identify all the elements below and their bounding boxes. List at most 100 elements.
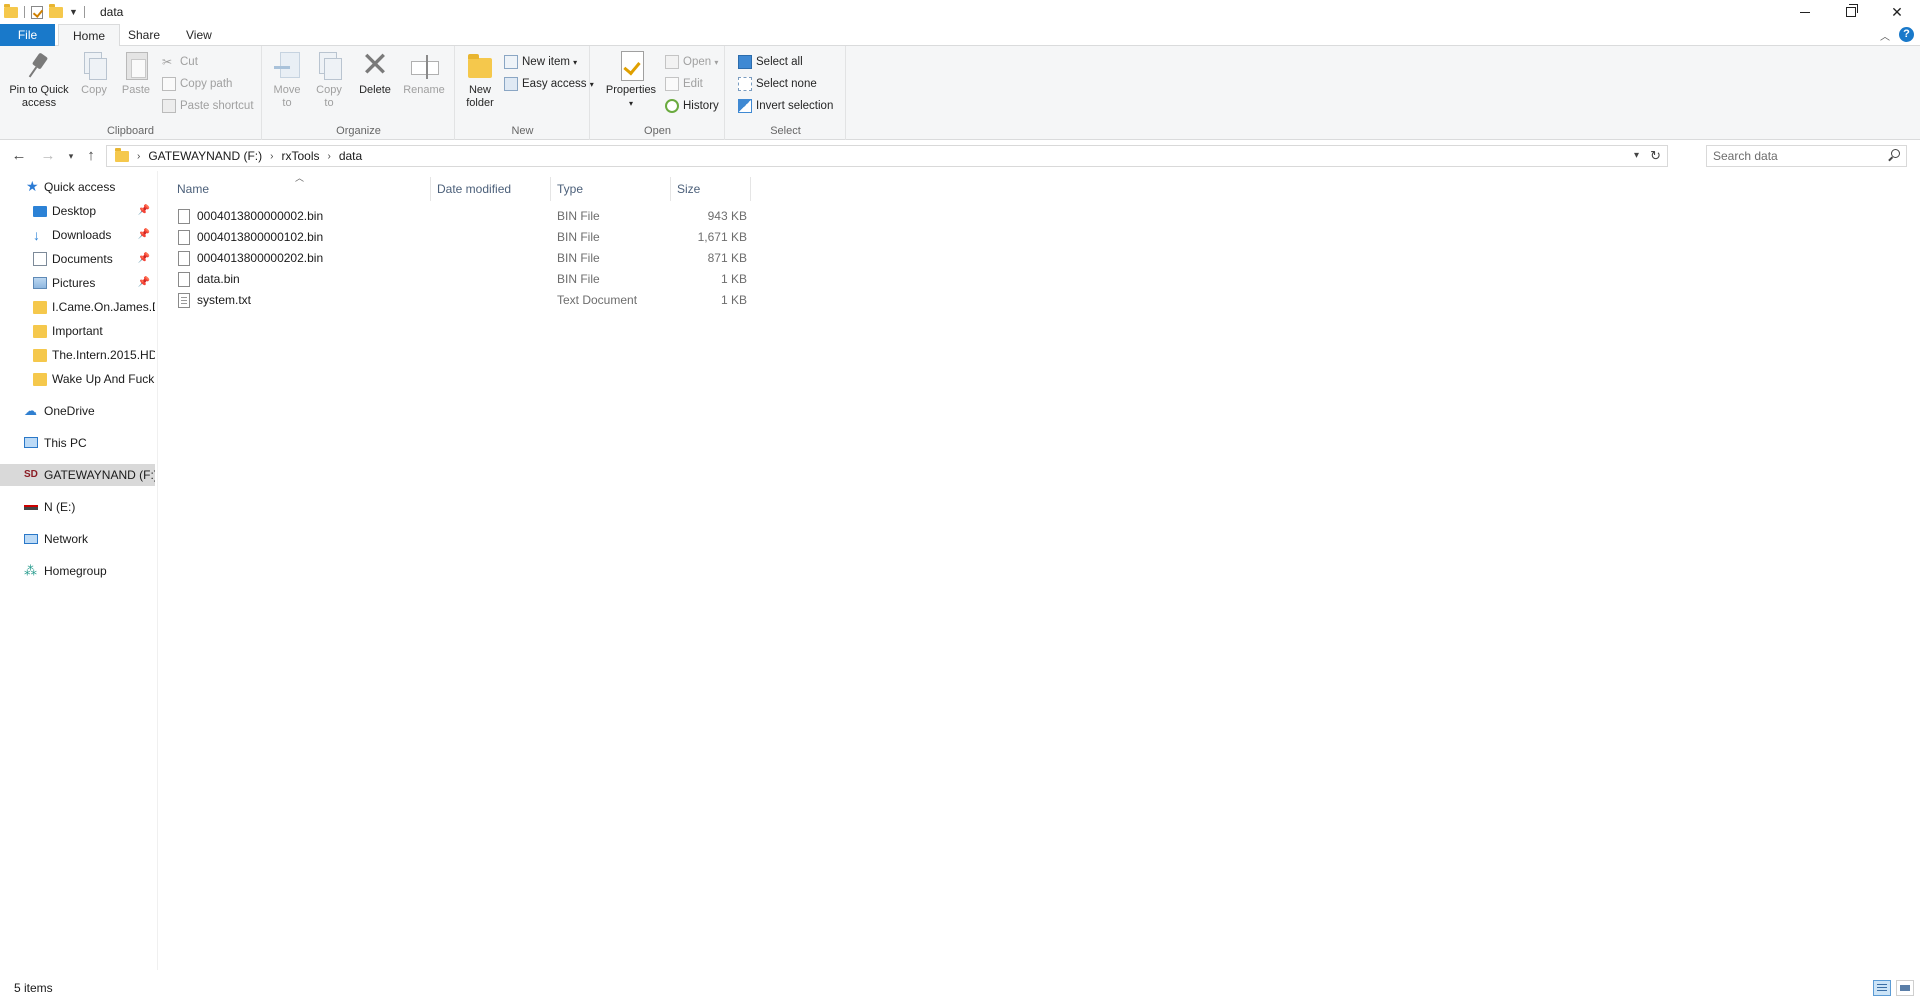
collapse-ribbon-chevron-icon[interactable]: ︿ [1880, 28, 1890, 43]
search-input[interactable] [1707, 146, 1877, 166]
nav-item-recent-folder[interactable]: Important [0, 320, 155, 342]
edit-button[interactable]: Edit [663, 74, 703, 94]
nav-network[interactable]: Network [0, 528, 155, 550]
cut-label: Cut [180, 56, 198, 68]
column-header-type[interactable]: Type [551, 177, 671, 201]
nav-homegroup[interactable]: ⁂ Homegroup [0, 560, 155, 582]
details-view-icon[interactable] [1873, 980, 1891, 996]
breadcrumb-item-rxtools[interactable]: rxTools [281, 149, 319, 163]
tab-file[interactable]: File [0, 24, 55, 46]
properties-icon[interactable] [31, 5, 43, 19]
select-none-button[interactable]: Select none [736, 74, 817, 94]
nav-this-pc[interactable]: This PC [0, 432, 155, 454]
breadcrumb-chevron-icon[interactable]: › [327, 151, 330, 162]
new-folder-button[interactable]: New folder [460, 50, 500, 110]
open-group: Properties ▾ Open ▾ Edit History Open [591, 46, 725, 140]
computer-icon [24, 437, 38, 448]
column-header-date-modified[interactable]: Date modified [431, 177, 551, 201]
new-item-button[interactable]: New item ▾ [502, 52, 577, 72]
history-button[interactable]: History [663, 96, 719, 116]
close-button[interactable]: ✕ [1874, 0, 1920, 24]
file-row[interactable]: system.txt Text Document 1 KB [171, 290, 751, 311]
easy-access-button[interactable]: Easy access ▾ [502, 74, 594, 94]
quick-access-toolbar: ▼ [4, 3, 85, 21]
address-history-chevron-icon[interactable]: ▾ [1634, 146, 1639, 166]
paste-icon [120, 50, 152, 82]
file-row[interactable]: 0004013800000002.bin BIN File 943 KB [171, 206, 751, 227]
nav-item-recent-folder[interactable]: Wake Up And Fuck [0, 368, 155, 390]
cut-icon [162, 52, 176, 72]
nav-label: Network [44, 532, 89, 546]
file-type: BIN File [557, 209, 600, 223]
clipboard-group-label: Clipboard [106, 125, 155, 137]
restore-button[interactable] [1828, 0, 1874, 24]
breadcrumb-item-data[interactable]: data [339, 149, 362, 163]
pin-icon[interactable]: 📌 [138, 272, 150, 294]
pin-icon[interactable]: 📌 [138, 200, 150, 222]
nav-drive-e[interactable]: N (E:) [0, 496, 155, 518]
rename-button[interactable]: Rename [401, 50, 447, 97]
file-row[interactable]: 0004013800000102.bin BIN File 1,671 KB [171, 227, 751, 248]
pin-to-quick-access-button[interactable]: Pin to Quick access [4, 50, 74, 110]
search-icon[interactable] [1888, 149, 1900, 161]
breadcrumb-item-drive[interactable]: GATEWAYNAND (F:) [148, 149, 262, 163]
minimize-button[interactable] [1782, 0, 1828, 24]
large-icons-view-icon[interactable] [1896, 980, 1914, 996]
paste-shortcut-button[interactable]: Paste shortcut [160, 96, 254, 116]
forward-button[interactable]: → [37, 145, 59, 167]
up-button[interactable]: ↑ [80, 145, 102, 167]
copy-to-icon [313, 50, 345, 82]
copy-to-button[interactable]: Copy to [311, 50, 347, 110]
search-box[interactable] [1706, 145, 1907, 167]
address-row: ← → ▾ ↑ › GATEWAYNAND (F:) › rxTools › d… [0, 141, 1920, 171]
ribbon: Pin to Quick access Copy Paste Cut Copy … [0, 46, 1920, 140]
customize-toolbar-chevron-icon[interactable]: ▼ [69, 7, 78, 17]
file-row[interactable]: data.bin BIN File 1 KB [171, 269, 751, 290]
new-folder-icon[interactable] [49, 3, 63, 18]
select-all-button[interactable]: Select all [736, 52, 803, 72]
folder-icon[interactable] [4, 3, 18, 18]
copy-button[interactable]: Copy [76, 50, 112, 97]
help-icon[interactable]: ? [1899, 27, 1914, 42]
recent-locations-button[interactable]: ▾ [60, 145, 82, 167]
properties-button[interactable]: Properties ▾ [603, 50, 659, 110]
column-header-size[interactable]: Size [671, 177, 751, 201]
tab-share[interactable]: Share [114, 24, 174, 46]
nav-item-documents[interactable]: Documents 📌 [0, 248, 155, 270]
nav-item-desktop[interactable]: Desktop 📌 [0, 200, 155, 222]
file-row[interactable]: 0004013800000202.bin BIN File 871 KB [171, 248, 751, 269]
move-to-button[interactable]: Move to [269, 50, 305, 110]
nav-label: N (E:) [44, 500, 76, 514]
invert-selection-button[interactable]: Invert selection [736, 96, 833, 116]
pin-icon[interactable]: 📌 [138, 224, 150, 246]
address-bar[interactable]: › GATEWAYNAND (F:) › rxTools › data ▾ ↻ [106, 145, 1668, 167]
breadcrumb-chevron-icon[interactable]: › [270, 151, 273, 162]
nav-quick-access[interactable]: ★ Quick access [0, 176, 155, 198]
cut-button[interactable]: Cut [160, 52, 198, 72]
nav-item-recent-folder[interactable]: The.Intern.2015.HDI [0, 344, 155, 366]
back-button[interactable]: ← [8, 145, 30, 167]
properties-dropdown-icon: ▾ [628, 99, 633, 108]
file-icon [178, 251, 190, 266]
nav-onedrive[interactable]: ☁ OneDrive [0, 400, 155, 422]
delete-button[interactable]: ✕ Delete [355, 48, 395, 97]
nav-drive-f[interactable]: SD GATEWAYNAND (F:) [0, 464, 155, 486]
homegroup-icon: ⁂ [24, 563, 37, 578]
nav-item-pictures[interactable]: Pictures 📌 [0, 272, 155, 294]
tab-view[interactable]: View [172, 24, 226, 46]
nav-item-recent-folder[interactable]: I.Came.On.James.D [0, 296, 155, 318]
pin-icon[interactable]: 📌 [138, 248, 150, 270]
file-type: BIN File [557, 272, 600, 286]
breadcrumb-chevron-icon[interactable]: › [137, 151, 140, 162]
select-none-label: Select none [756, 78, 817, 90]
open-button[interactable]: Open ▾ [663, 52, 718, 72]
nav-item-downloads[interactable]: ↓ Downloads 📌 [0, 224, 155, 246]
nav-label: Documents [52, 252, 113, 266]
paste-button[interactable]: Paste [118, 50, 154, 97]
column-header-name[interactable]: Name [171, 177, 431, 201]
refresh-icon[interactable]: ↻ [1650, 146, 1661, 166]
tab-home[interactable]: Home [58, 24, 121, 47]
copy-label: Copy [81, 84, 107, 96]
copy-path-button[interactable]: Copy path [160, 74, 232, 94]
invert-selection-label: Invert selection [756, 100, 834, 112]
